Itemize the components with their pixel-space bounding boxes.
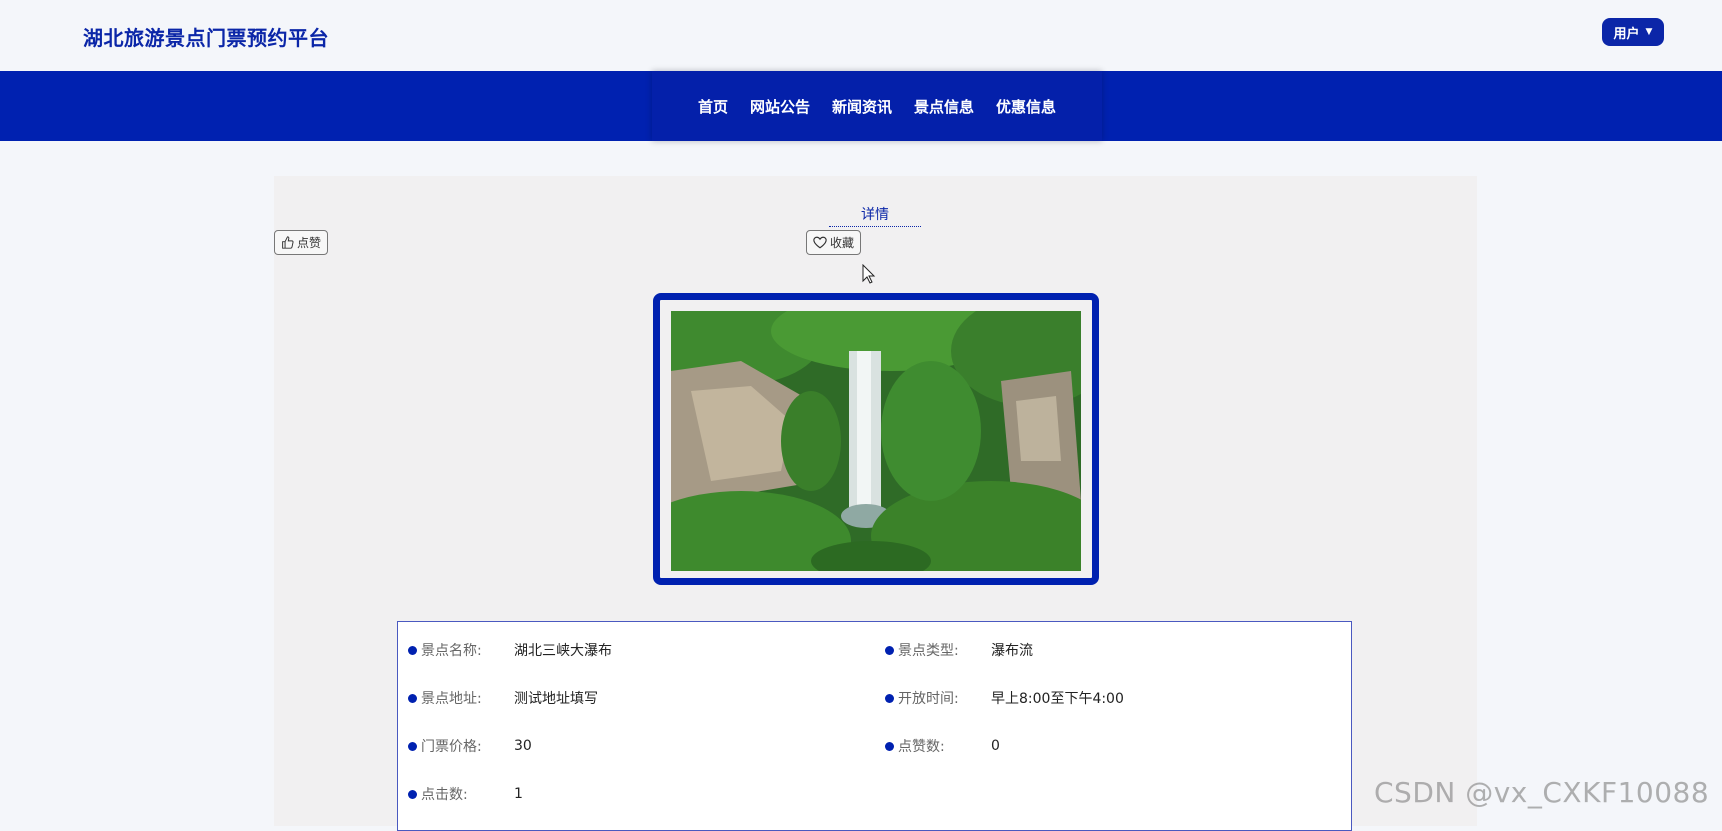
detail-title: 详情: [829, 204, 921, 227]
caret-down-icon: ▼: [1645, 27, 1653, 37]
like-label: 点赞: [297, 236, 322, 250]
attraction-info-table: 景点名称: 湖北三峡大瀑布 景点类型: 瀑布流 景点地址: 测试地址填写 开放时…: [397, 621, 1352, 831]
info-row-price: 门票价格: 30: [408, 736, 532, 756]
favorite-button[interactable]: 收藏: [806, 230, 862, 255]
bullet-icon: [885, 741, 894, 751]
name-value: 湖北三峡大瀑布: [514, 643, 612, 659]
info-row-address: 景点地址: 测试地址填写: [408, 688, 598, 708]
mouse-cursor-icon: [862, 264, 876, 284]
nav-item-announcements[interactable]: 网站公告: [750, 96, 810, 117]
nav-item-discounts[interactable]: 优惠信息: [996, 96, 1056, 117]
name-label: 景点名称:: [421, 643, 482, 659]
hours-value: 早上8:00至下午4:00: [991, 691, 1124, 707]
address-label: 景点地址:: [421, 691, 482, 707]
bullet-icon: [408, 741, 417, 751]
attraction-image-frame: [653, 293, 1099, 585]
info-row-clicks: 点击数: 1: [408, 784, 523, 804]
detail-panel: 详情 点赞 收藏 景点名称: 湖北三峡大瀑布 景点类型: 瀑布流 景点地址: 测…: [274, 176, 1477, 831]
likes-value: 0: [991, 738, 1000, 754]
price-label: 门票价格:: [421, 739, 482, 755]
favorite-label: 收藏: [830, 236, 855, 250]
price-value: 30: [514, 738, 532, 754]
attraction-photo: [671, 311, 1081, 571]
watermark-text: CSDN @vx_CXKF10088: [1374, 776, 1710, 809]
heart-icon: [813, 236, 827, 249]
nav-item-news[interactable]: 新闻资讯: [832, 96, 892, 117]
user-menu-label: 用户: [1613, 26, 1640, 42]
clicks-value: 1: [514, 786, 523, 802]
nav-menu: 首页 网站公告 新闻资讯 景点信息 优惠信息: [652, 71, 1102, 141]
thumbs-up-icon: [282, 236, 294, 249]
address-value: 测试地址填写: [514, 691, 598, 707]
like-button[interactable]: 点赞: [274, 230, 329, 255]
type-value: 瀑布流: [991, 643, 1033, 659]
clicks-label: 点击数:: [421, 787, 468, 803]
site-title[interactable]: 湖北旅游景点门票预约平台: [83, 22, 329, 51]
waterfall-image: [671, 311, 1081, 571]
top-header: 湖北旅游景点门票预约平台 用户 ▼: [0, 0, 1722, 71]
user-menu-button[interactable]: 用户 ▼: [1602, 18, 1664, 46]
main-navbar: 首页 网站公告 新闻资讯 景点信息 优惠信息: [0, 71, 1722, 141]
nav-item-home[interactable]: 首页: [698, 96, 728, 117]
bullet-icon: [885, 645, 894, 655]
info-row-likes: 点赞数: 0: [885, 736, 1000, 756]
type-label: 景点类型:: [898, 643, 959, 659]
info-row-type: 景点类型: 瀑布流: [885, 640, 1033, 660]
hours-label: 开放时间:: [898, 691, 959, 707]
info-row-hours: 开放时间: 早上8:00至下午4:00: [885, 688, 1124, 708]
nav-item-attractions[interactable]: 景点信息: [914, 96, 974, 117]
bullet-icon: [408, 789, 417, 799]
bullet-icon: [885, 693, 894, 703]
bullet-icon: [408, 693, 417, 703]
likes-label: 点赞数:: [898, 739, 945, 755]
info-row-name: 景点名称: 湖北三峡大瀑布: [408, 640, 612, 660]
bullet-icon: [408, 645, 417, 655]
